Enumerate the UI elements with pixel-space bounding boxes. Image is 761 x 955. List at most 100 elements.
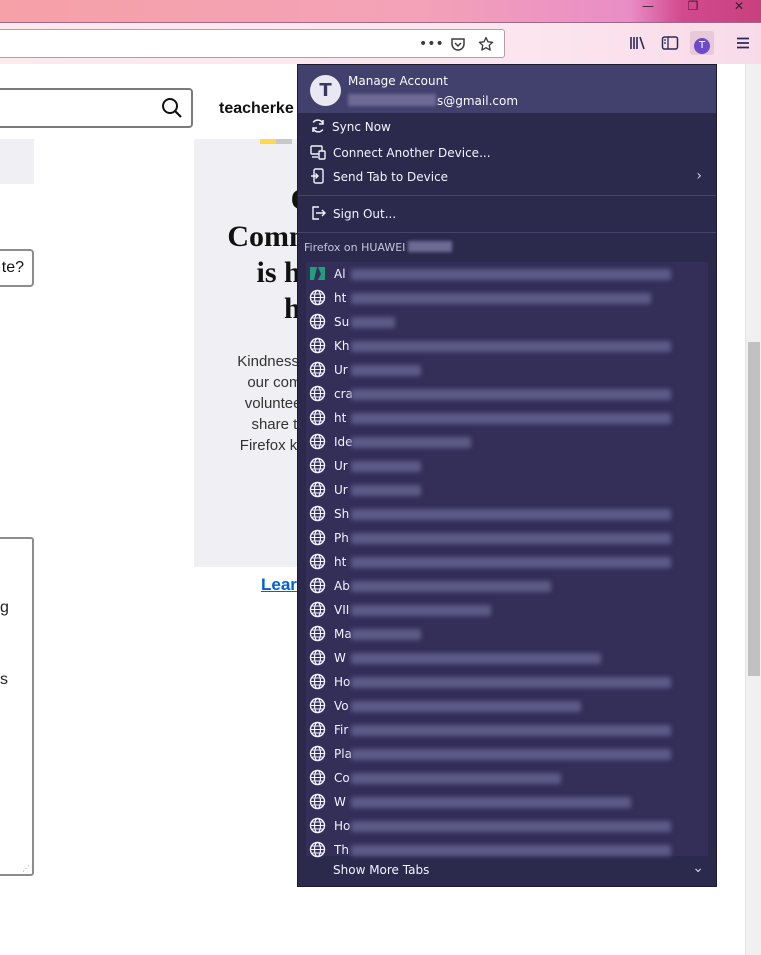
close-window-button[interactable]: ✕: [724, 0, 754, 14]
synced-tab-title: ht: [334, 411, 347, 425]
globe-icon: [309, 433, 326, 450]
synced-tab-item[interactable]: Ma: [306, 622, 708, 646]
bookmark-star-icon[interactable]: [475, 34, 497, 54]
redacted-text: [351, 509, 671, 520]
synced-tab-item[interactable]: ht: [306, 550, 708, 574]
redacted-text: [351, 581, 551, 592]
redacted-text: [351, 437, 471, 448]
sign-out-item[interactable]: Sign Out...: [298, 202, 716, 226]
synced-tab-item[interactable]: W: [306, 790, 708, 814]
sync-now-label: Sync Now: [332, 120, 391, 134]
synced-tab-item[interactable]: Ph: [306, 526, 708, 550]
globe-icon: [309, 769, 326, 786]
sidebar-icon[interactable]: [658, 31, 682, 55]
synced-tab-title: Ho: [334, 675, 351, 689]
globe-icon: [309, 721, 326, 738]
redacted-text: [351, 317, 395, 328]
account-button[interactable]: T: [690, 31, 714, 55]
site-brand[interactable]: teacherke: [219, 100, 294, 118]
show-more-tabs-item[interactable]: Show More Tabs ⌄: [298, 858, 716, 882]
card-headline-line: is he: [256, 256, 314, 289]
sync-now-item[interactable]: Sync Now: [298, 115, 716, 139]
send-tab-label: Send Tab to Device: [333, 170, 449, 184]
globe-icon: [309, 481, 326, 498]
synced-tab-item[interactable]: cra: [306, 382, 708, 406]
card-headline-line: Comm: [227, 220, 314, 253]
redacted-text: [351, 629, 421, 640]
redacted-text: [351, 773, 561, 784]
card-body-line: volunteers: [244, 395, 314, 412]
synced-tab-item[interactable]: Sh: [306, 502, 708, 526]
redacted-text: [408, 241, 453, 252]
globe-icon: [309, 793, 326, 810]
url-bar[interactable]: •••: [0, 29, 505, 58]
card-body-line: Firefox kno: [239, 437, 314, 454]
synced-tab-title: Ur: [334, 459, 348, 473]
connect-device-item[interactable]: Connect Another Device...: [298, 141, 716, 165]
redacted-text: [351, 821, 671, 832]
resize-grip-icon[interactable]: ⋰: [22, 864, 30, 873]
synced-tab-item[interactable]: Ur: [306, 478, 708, 502]
synced-tab-item[interactable]: Su: [306, 310, 708, 334]
synced-tab-item[interactable]: Ho: [306, 814, 708, 838]
globe-icon: [309, 337, 326, 354]
navigation-toolbar: ••• T: [0, 23, 761, 64]
page-textarea[interactable]: g s ⋰: [0, 537, 34, 876]
hamburger-menu-icon[interactable]: [731, 31, 755, 55]
globe-icon: [309, 577, 326, 594]
synced-tab-title: Kh: [334, 339, 350, 353]
grey-block: [0, 139, 34, 184]
redacted-text: [351, 725, 671, 736]
redacted-text: [351, 341, 671, 352]
page-search-input[interactable]: [0, 88, 193, 128]
synced-tab-item[interactable]: Vo: [306, 694, 708, 718]
synced-tab-title: VII: [334, 603, 350, 617]
globe-icon: [309, 673, 326, 690]
redacted-text: [351, 461, 421, 472]
synced-tab-item[interactable]: Ab: [306, 574, 708, 598]
library-icon[interactable]: [626, 31, 650, 55]
synced-tab-title: Ho: [334, 819, 351, 833]
synced-tab-item[interactable]: Co: [306, 766, 708, 790]
textarea-text: g: [0, 599, 9, 616]
minimize-button[interactable]: —: [633, 0, 663, 14]
synced-tab-title: W: [334, 651, 346, 665]
card-body-line: y: [194, 458, 315, 475]
restore-button[interactable]: ❐: [678, 0, 708, 14]
account-email: s@gmail.com: [348, 94, 518, 108]
synced-tab-item[interactable]: Ide: [306, 430, 708, 454]
synced-tab-title: Co: [334, 771, 350, 785]
sign-out-icon: [309, 205, 327, 223]
synced-tab-item[interactable]: VII: [306, 598, 708, 622]
page-scrollbar[interactable]: [745, 64, 761, 955]
synced-tab-item[interactable]: Ho: [306, 670, 708, 694]
synced-tab-item[interactable]: Al: [306, 262, 708, 286]
globe-icon: [309, 505, 326, 522]
page-actions-icon[interactable]: •••: [419, 34, 444, 54]
synced-tab-item[interactable]: W: [306, 646, 708, 670]
send-tab-item[interactable]: Send Tab to Device ›: [298, 165, 716, 189]
site-favicon-icon: [309, 265, 326, 282]
synced-tab-title: Ma: [334, 627, 352, 641]
synced-tab-item[interactable]: Fir: [306, 718, 708, 742]
manage-account-item[interactable]: T Manage Account s@gmail.com: [298, 65, 716, 113]
card-body-line: share the: [251, 416, 314, 433]
synced-tab-item[interactable]: Kh: [306, 334, 708, 358]
pocket-icon[interactable]: [447, 34, 469, 54]
learn-more-link[interactable]: Lear: [261, 575, 297, 595]
synced-tab-item[interactable]: ht: [306, 406, 708, 430]
synced-tab-item[interactable]: ht: [306, 286, 708, 310]
globe-icon: [309, 529, 326, 546]
title-bar: — ❐ ✕: [0, 0, 761, 22]
search-icon[interactable]: [161, 97, 183, 124]
synced-tab-item[interactable]: Ur: [306, 454, 708, 478]
redacted-text: [351, 845, 671, 856]
synced-tab-title: ht: [334, 291, 347, 305]
scrollbar-thumb[interactable]: [748, 342, 760, 676]
synced-tab-item[interactable]: Pla: [306, 742, 708, 766]
connect-device-label: Connect Another Device...: [333, 146, 491, 160]
synced-tab-item[interactable]: Ur: [306, 358, 708, 382]
globe-icon: [309, 289, 326, 306]
page-button[interactable]: te?: [0, 249, 34, 287]
redacted-text: [351, 365, 421, 376]
